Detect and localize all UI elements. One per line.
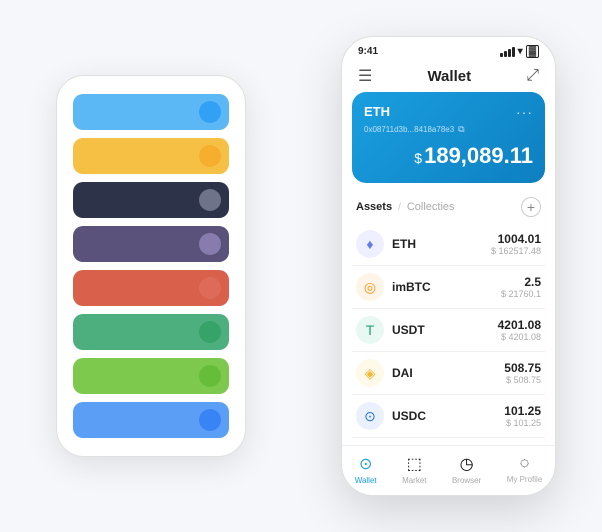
wifi-icon: ▾ — [518, 46, 523, 57]
asset-item-tft[interactable]: 🌿TFT130 — [352, 438, 545, 445]
bg-card-0 — [73, 94, 229, 130]
bg-card-dot-3 — [199, 233, 221, 255]
bg-card-1 — [73, 138, 229, 174]
asset-amount: 1004.01 — [491, 232, 541, 246]
battery-icon: ▓ — [526, 45, 539, 58]
asset-right-2: 4201.08$ 4201.08 — [498, 318, 541, 342]
background-phone — [56, 75, 246, 457]
asset-amount: 4201.08 — [498, 318, 541, 332]
asset-icon-dai: ◈ — [356, 359, 384, 387]
asset-name-label: ETH — [392, 237, 416, 251]
asset-list: ♦ ETH 1004.01$ 162517.48 ◎ imBTC 2.5$ 21760.1… — [342, 223, 555, 445]
asset-icon-eth: ♦ — [356, 230, 384, 258]
assets-header: Assets / Collecties + — [342, 193, 555, 223]
asset-name-label: imBTC — [392, 280, 431, 294]
bg-card-dot-7 — [199, 409, 221, 431]
asset-left-2: T USDT — [356, 316, 425, 344]
wallet-card-value: 189,089.11 — [424, 143, 533, 168]
bg-card-4 — [73, 270, 229, 306]
bg-card-dot-1 — [199, 145, 221, 167]
wallet-card-amount: $189,089.11 — [364, 143, 533, 169]
bottom-nav-icon-wallet: ⊙ — [359, 454, 372, 474]
wallet-card-header: ETH ··· — [364, 104, 533, 120]
bottom-nav-browser[interactable]: ◷ Browser — [452, 454, 481, 485]
wallet-card[interactable]: ETH ··· 0x08711d3b...8418a78e3 ⧉ $189,08… — [352, 92, 545, 183]
status-icons: ▾ ▓ — [500, 45, 539, 58]
nav-title: Wallet — [427, 68, 471, 85]
asset-item-usdt[interactable]: T USDT 4201.08$ 4201.08 — [352, 309, 545, 352]
wallet-card-token-label: ETH — [364, 104, 390, 119]
tab-assets[interactable]: Assets — [356, 201, 392, 213]
asset-usd: $ 21760.1 — [501, 289, 541, 299]
asset-amount: 508.75 — [504, 361, 541, 375]
asset-left-3: ◈ DAI — [356, 359, 413, 387]
time-label: 9:41 — [358, 46, 378, 57]
bg-card-dot-0 — [199, 101, 221, 123]
foreground-phone: 9:41 ▾ ▓ ☰ Wallet ⤢ ETH ··· — [341, 36, 556, 496]
asset-item-imbtc[interactable]: ◎ imBTC 2.5$ 21760.1 — [352, 266, 545, 309]
asset-name-label: USDC — [392, 409, 426, 423]
bottom-nav-icon-browser: ◷ — [460, 454, 474, 474]
bottom-nav-label-market: Market — [402, 476, 426, 485]
add-asset-button[interactable]: + — [521, 197, 541, 217]
asset-right-4: 101.25$ 101.25 — [504, 404, 541, 428]
bottom-nav-label-profile: My Profile — [507, 475, 543, 484]
bg-card-2 — [73, 182, 229, 218]
bottom-nav-icon-profile: ◌ — [520, 455, 530, 473]
asset-usd: $ 101.25 — [504, 418, 541, 428]
asset-item-dai[interactable]: ◈ DAI 508.75$ 508.75 — [352, 352, 545, 395]
asset-right-3: 508.75$ 508.75 — [504, 361, 541, 385]
bottom-nav-label-browser: Browser — [452, 476, 481, 485]
bg-card-dot-4 — [199, 277, 221, 299]
tab-collecties[interactable]: Collecties — [407, 201, 455, 213]
wallet-card-currency-symbol: $ — [414, 150, 422, 166]
asset-usd: $ 162517.48 — [491, 246, 541, 256]
bottom-nav-label-wallet: Wallet — [355, 476, 377, 485]
asset-name-label: USDT — [392, 323, 425, 337]
asset-icon-imbtc: ◎ — [356, 273, 384, 301]
expand-icon[interactable]: ⤢ — [526, 67, 539, 85]
menu-icon[interactable]: ☰ — [358, 66, 372, 86]
bottom-nav-market[interactable]: ⬚ Market — [402, 454, 426, 485]
asset-left-1: ◎ imBTC — [356, 273, 431, 301]
asset-left-0: ♦ ETH — [356, 230, 416, 258]
asset-left-4: ⊙ USDC — [356, 402, 426, 430]
asset-icon-usdt: T — [356, 316, 384, 344]
asset-name-label: DAI — [392, 366, 413, 380]
status-bar: 9:41 ▾ ▓ — [342, 37, 555, 62]
bottom-nav: ⊙ Wallet ⬚ Market ◷ Browser ◌ My Profile — [342, 445, 555, 495]
bg-card-dot-5 — [199, 321, 221, 343]
scene: 9:41 ▾ ▓ ☰ Wallet ⤢ ETH ··· — [26, 16, 576, 516]
nav-bar: ☰ Wallet ⤢ — [342, 62, 555, 92]
bottom-nav-profile[interactable]: ◌ My Profile — [507, 455, 543, 484]
bg-card-6 — [73, 358, 229, 394]
asset-amount: 2.5 — [501, 275, 541, 289]
bg-card-dot-2 — [199, 189, 221, 211]
asset-icon-usdc: ⊙ — [356, 402, 384, 430]
asset-item-eth[interactable]: ♦ ETH 1004.01$ 162517.48 — [352, 223, 545, 266]
bg-card-3 — [73, 226, 229, 262]
asset-usd: $ 4201.08 — [498, 332, 541, 342]
bottom-nav-icon-market: ⬚ — [407, 454, 422, 474]
wallet-card-menu-dots[interactable]: ··· — [516, 104, 533, 120]
asset-right-0: 1004.01$ 162517.48 — [491, 232, 541, 256]
assets-tabs: Assets / Collecties — [356, 201, 455, 213]
asset-amount: 101.25 — [504, 404, 541, 418]
bg-card-7 — [73, 402, 229, 438]
tab-divider: / — [398, 202, 401, 213]
bottom-nav-wallet[interactable]: ⊙ Wallet — [355, 454, 377, 485]
asset-item-usdc[interactable]: ⊙ USDC 101.25$ 101.25 — [352, 395, 545, 438]
bg-card-dot-6 — [199, 365, 221, 387]
asset-usd: $ 508.75 — [504, 375, 541, 385]
asset-right-1: 2.5$ 21760.1 — [501, 275, 541, 299]
wallet-card-address: 0x08711d3b...8418a78e3 ⧉ — [364, 124, 533, 135]
bg-card-5 — [73, 314, 229, 350]
